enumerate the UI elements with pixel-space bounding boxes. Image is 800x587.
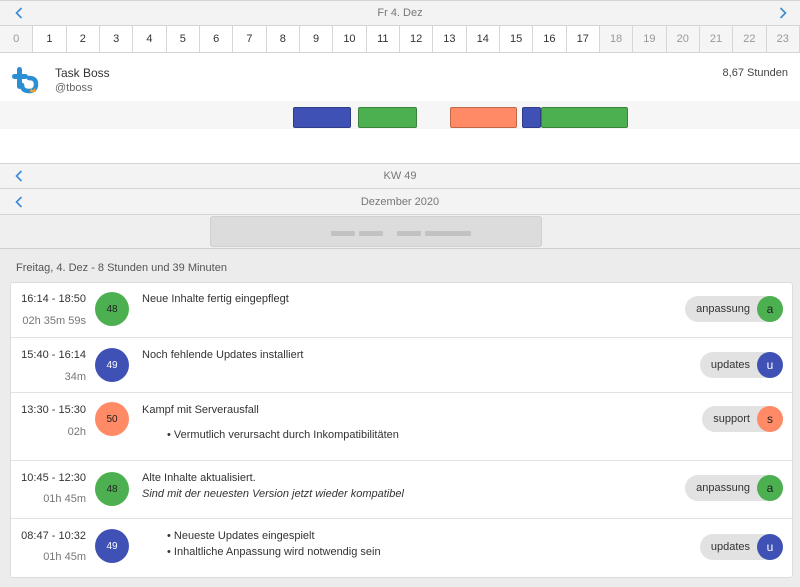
previous-month-chevron-left-icon[interactable] <box>10 193 28 211</box>
hour-cell[interactable]: 16 <box>533 26 567 52</box>
entry-note: • Neueste Updates eingespielt <box>167 530 315 542</box>
entry-duration: 01h 45m <box>43 493 86 505</box>
tag-chip[interactable]: updates u <box>699 534 783 560</box>
timeline-block[interactable] <box>541 107 628 128</box>
entry-time-range: 16:14 - 18:50 <box>21 293 86 305</box>
tag-chip[interactable]: updates u <box>699 352 783 378</box>
hour-cell[interactable]: 4 <box>133 26 167 52</box>
tag-label: anpassung <box>696 303 750 315</box>
time-entry-row[interactable]: 15:40 - 16:14 34m 49 Noch fehlende Updat… <box>11 338 792 393</box>
hour-cell[interactable]: 10 <box>333 26 367 52</box>
tag-label: updates <box>710 359 750 371</box>
hour-cell[interactable]: 9 <box>299 26 334 52</box>
user-timeline-panel: Task Boss @tboss 8,67 Stunden <box>0 53 800 163</box>
timeline-block[interactable] <box>450 107 517 128</box>
day-navigation: Fr 4. Dez <box>0 0 800 26</box>
grip-mark <box>331 231 355 236</box>
hour-cell[interactable]: 2 <box>66 26 100 52</box>
horizontal-scroll-area <box>0 215 800 249</box>
previous-day-chevron-left-icon[interactable] <box>10 4 28 22</box>
grip-mark <box>425 231 471 236</box>
week-badge: 49 <box>95 348 129 382</box>
next-day-chevron-right-icon[interactable] <box>774 4 792 22</box>
day-label: Fr 4. Dez <box>377 7 423 19</box>
hour-cell[interactable]: 20 <box>667 26 700 52</box>
month-navigation: Dezember 2020 <box>0 189 800 215</box>
tag-letter: a <box>757 475 783 501</box>
time-entry-row[interactable]: 16:14 - 18:50 02h 35m 59s 48 Neue Inhalt… <box>11 283 792 338</box>
entry-note: • Inhaltliche Anpassung wird notwendig s… <box>167 546 381 558</box>
entry-description: Sind mit der neuesten Version jetzt wied… <box>142 488 404 500</box>
hour-cell[interactable]: 8 <box>266 26 300 52</box>
hour-cell[interactable]: 17 <box>566 26 600 52</box>
hour-cell[interactable]: 18 <box>600 26 634 52</box>
timeline-block[interactable] <box>522 107 542 128</box>
week-label: KW 49 <box>383 170 417 182</box>
entry-title: Noch fehlende Updates installiert <box>142 349 304 361</box>
entry-time-range: 10:45 - 12:30 <box>21 472 86 484</box>
tag-label: updates <box>710 541 750 553</box>
day-summary-heading: Freitag, 4. Dez - 8 Stunden und 39 Minut… <box>16 262 227 274</box>
hour-cell[interactable]: 15 <box>499 26 534 52</box>
hour-cell[interactable]: 0 <box>0 26 34 52</box>
timeline-block[interactable] <box>358 107 417 128</box>
scroll-thumb[interactable] <box>210 216 542 247</box>
time-entry-list: 16:14 - 18:50 02h 35m 59s 48 Neue Inhalt… <box>10 282 793 578</box>
tag-letter: a <box>757 296 783 322</box>
hour-ruler: 0 1 2 3 4 5 6 7 8 9 10 11 12 13 14 15 16 17 18 19 20 21 22 23 <box>0 26 800 53</box>
week-badge: 49 <box>95 529 129 563</box>
entry-time-range: 15:40 - 16:14 <box>21 349 86 361</box>
time-entry-row[interactable]: 13:30 - 15:30 02h 50 Kampf mit Serveraus… <box>11 393 792 461</box>
entry-duration: 02h <box>67 426 86 438</box>
entry-note: • Vermutlich verursacht durch Inkompatib… <box>167 429 399 441</box>
total-hours: 8,67 Stunden <box>722 67 788 79</box>
tag-chip[interactable]: anpassung a <box>685 296 783 322</box>
tag-chip[interactable]: anpassung a <box>685 475 783 501</box>
grip-mark <box>397 231 421 236</box>
entry-title: Kampf mit Serverausfall <box>142 404 259 416</box>
entry-time-range: 08:47 - 10:32 <box>21 530 86 542</box>
hour-cell[interactable]: 19 <box>633 26 667 52</box>
tag-chip[interactable]: support s <box>702 406 783 432</box>
week-badge: 50 <box>95 402 129 436</box>
month-label: Dezember 2020 <box>360 195 440 208</box>
entry-title: Alte Inhalte aktualisiert. <box>142 472 256 484</box>
hour-cell[interactable]: 22 <box>733 26 767 52</box>
hour-cell[interactable]: 14 <box>466 26 500 52</box>
hour-cell[interactable]: 7 <box>233 26 267 52</box>
entry-time-range: 13:30 - 15:30 <box>21 404 86 416</box>
timeline-track <box>0 101 800 129</box>
entry-title: Neue Inhalte fertig eingepflegt <box>142 293 289 305</box>
tag-letter: u <box>757 534 783 560</box>
hour-cell[interactable]: 6 <box>199 26 234 52</box>
previous-week-chevron-left-icon[interactable] <box>10 167 28 185</box>
entry-duration: 34m <box>64 371 86 383</box>
grip-mark <box>359 231 383 236</box>
tag-label: anpassung <box>696 482 750 494</box>
week-navigation: KW 49 <box>0 163 800 189</box>
time-entry-row[interactable]: 10:45 - 12:30 01h 45m 48 Alte Inhalte ak… <box>11 461 792 519</box>
week-badge: 48 <box>95 292 129 326</box>
tag-label: support <box>713 413 750 425</box>
hour-cell[interactable]: 5 <box>166 26 200 52</box>
tag-letter: s <box>757 406 783 432</box>
week-badge: 48 <box>95 472 129 506</box>
user-handle: @tboss <box>55 82 93 94</box>
timeline-block[interactable] <box>292 107 352 128</box>
hour-cell[interactable]: 13 <box>433 26 467 52</box>
hour-cell[interactable]: 11 <box>366 26 400 52</box>
hour-cell[interactable]: 23 <box>767 26 800 52</box>
time-entry-row[interactable]: 08:47 - 10:32 01h 45m 49 • Neueste Updat… <box>11 519 792 577</box>
entry-duration: 02h 35m 59s <box>22 315 86 327</box>
hour-cell[interactable]: 3 <box>99 26 134 52</box>
tag-letter: u <box>757 352 783 378</box>
hour-cell[interactable]: 21 <box>700 26 734 52</box>
task-boss-logo-icon <box>10 65 42 97</box>
entry-duration: 01h 45m <box>43 551 86 563</box>
hour-cell[interactable]: 1 <box>33 26 67 52</box>
hour-cell[interactable]: 12 <box>399 26 434 52</box>
user-name: Task Boss <box>55 66 110 80</box>
